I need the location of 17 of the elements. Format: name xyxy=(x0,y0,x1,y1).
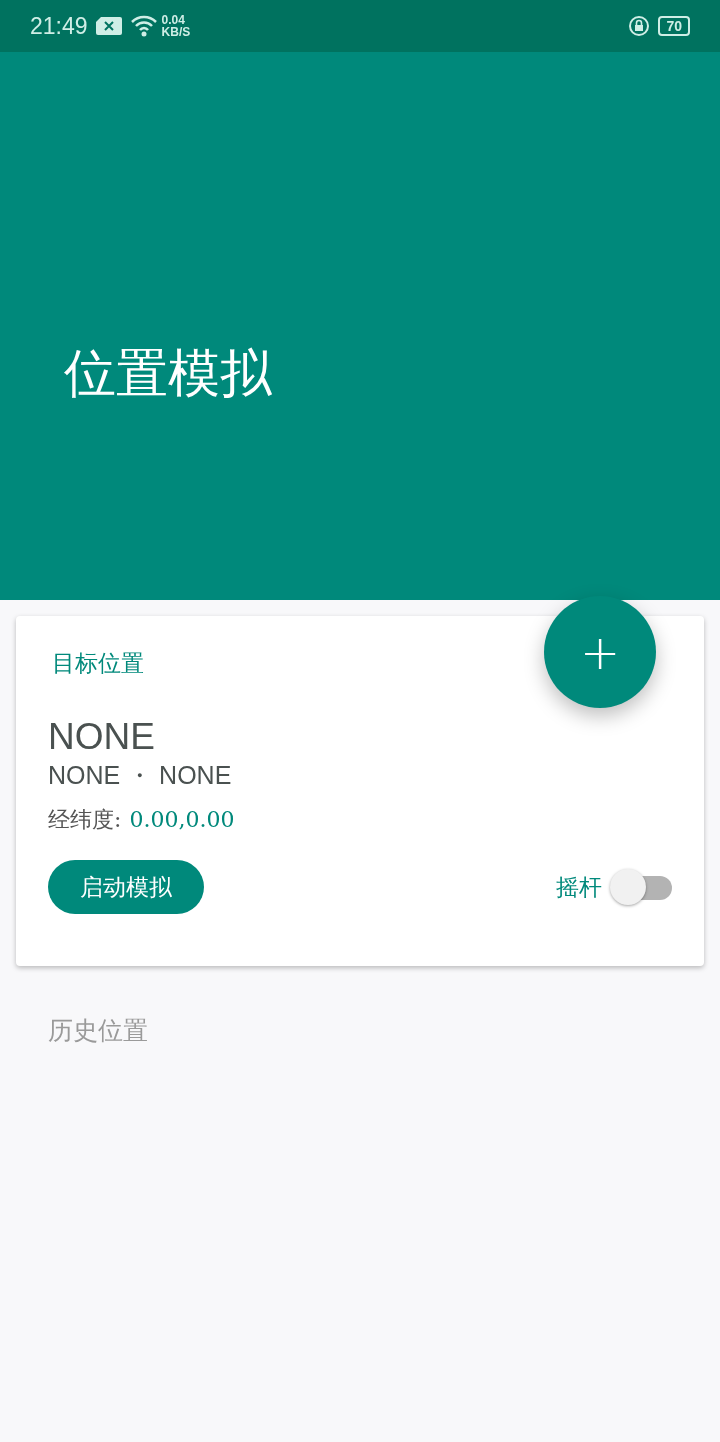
section-title: 目标位置 xyxy=(51,649,144,678)
network-speed-unit: KB/S xyxy=(161,26,191,38)
page-title: 位置模拟 xyxy=(63,342,273,399)
coordinates-label: 经纬度: xyxy=(48,805,122,834)
sim-card-icon xyxy=(95,17,122,35)
wifi-icon xyxy=(129,15,158,37)
coordinates-value: 0.00,0.00 xyxy=(129,805,235,834)
clock-time: 21:49 xyxy=(30,11,88,41)
joystick-switch[interactable] xyxy=(610,868,672,905)
rotation-lock-icon xyxy=(628,15,651,37)
joystick-label: 摇杆 xyxy=(556,872,602,902)
battery-level: 70 xyxy=(658,16,690,36)
history-title: 历史位置 xyxy=(47,1015,149,1047)
start-simulation-button[interactable]: 启动模拟 xyxy=(48,859,204,915)
location-name: NONE xyxy=(48,716,156,758)
location-subtitle: NONE ・ NONE xyxy=(48,760,233,792)
network-speed: 0.04 xyxy=(161,14,186,26)
